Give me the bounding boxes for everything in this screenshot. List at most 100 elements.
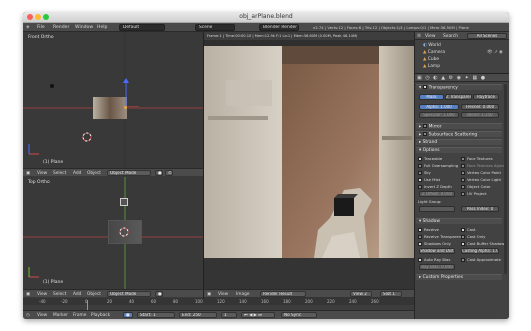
checkbox[interactable] bbox=[418, 228, 422, 232]
menu-select-bottom[interactable]: Select bbox=[53, 292, 66, 297]
checkbox[interactable] bbox=[418, 242, 422, 246]
menu-add-bottom[interactable]: Add bbox=[73, 292, 81, 297]
layout-selector[interactable]: Default bbox=[119, 24, 165, 31]
menu-marker[interactable]: Marker bbox=[53, 313, 68, 318]
lamp-icon[interactable] bbox=[47, 81, 57, 91]
blend-field[interactable]: Blend: 1.250 bbox=[461, 112, 499, 118]
option-vertex-color-paint[interactable]: Vertex Color Paint bbox=[461, 170, 501, 175]
blender-logo-icon[interactable]: ◈ bbox=[26, 25, 30, 30]
current-frame-field[interactable]: 1 bbox=[221, 312, 237, 318]
checkbox[interactable] bbox=[461, 185, 465, 189]
checkbox[interactable] bbox=[418, 157, 422, 161]
menu-image[interactable]: Image bbox=[236, 292, 249, 297]
panel-mirror[interactable]: ▸ Mirror bbox=[416, 123, 502, 130]
checkbox[interactable] bbox=[418, 235, 422, 239]
mode-selector[interactable]: Object Mode bbox=[107, 170, 151, 176]
shadow-cast-only[interactable]: Cast Only bbox=[461, 234, 485, 239]
checkbox[interactable] bbox=[418, 258, 422, 262]
outliner-item-camera[interactable]: ▲ Camera bbox=[423, 50, 445, 55]
3d-cursor-icon-top[interactable] bbox=[117, 225, 131, 239]
menu-timeline-view[interactable]: View bbox=[37, 313, 47, 318]
mode-mask-button[interactable]: Mask bbox=[419, 94, 444, 100]
outliner-item-world[interactable]: ◐ World bbox=[423, 43, 441, 48]
menu-help[interactable]: Help bbox=[97, 25, 107, 30]
menu-window[interactable]: Window bbox=[75, 25, 93, 30]
checkbox[interactable] bbox=[461, 178, 465, 182]
checkbox[interactable] bbox=[418, 185, 422, 189]
camera-icon[interactable] bbox=[120, 198, 128, 206]
checkbox[interactable] bbox=[461, 228, 465, 232]
menu-render[interactable]: Render bbox=[53, 25, 69, 30]
checkbox[interactable] bbox=[461, 171, 465, 175]
option-invert-z[interactable]: Invert Z Depth bbox=[418, 184, 452, 189]
panel-strand[interactable]: ▸ Strand bbox=[416, 139, 502, 145]
checkbox[interactable] bbox=[418, 178, 422, 182]
timeline-editor-icon[interactable]: ◷ bbox=[26, 313, 30, 318]
transform-gizmo[interactable] bbox=[111, 77, 141, 107]
panel-shadow[interactable]: ▾ Shadow bbox=[416, 218, 502, 224]
auto-ray-bias[interactable]: Auto Ray Bias bbox=[418, 257, 450, 262]
sync-selector[interactable]: No Sync bbox=[281, 312, 317, 318]
menu-frame[interactable]: Frame bbox=[73, 313, 86, 318]
editor-type-icon-bottom[interactable]: ▣ bbox=[26, 292, 30, 297]
property-context-icons[interactable]: ▣ ◷ ◐ ▲ ⚙ ◉ ✦ ▦ ● bbox=[417, 75, 486, 81]
timeline[interactable]: -40 -20 0 20 40 60 80 100 120 140 160 18… bbox=[23, 298, 414, 319]
option-use-mist[interactable]: Use Mist bbox=[418, 177, 440, 182]
checkbox[interactable] bbox=[461, 157, 465, 161]
outliner-item-cube[interactable]: ▲ Cube bbox=[423, 57, 439, 62]
render-engine-selector[interactable]: Blender Render bbox=[259, 24, 299, 31]
viewport-top-ortho[interactable]: Top Ortho (1) Plane bbox=[23, 177, 203, 289]
checkbox[interactable] bbox=[461, 242, 465, 246]
option-sky[interactable]: Sky bbox=[418, 170, 431, 175]
ray-bias-field[interactable]: Ray Bias: 0.000 bbox=[419, 264, 455, 270]
menu-add[interactable]: Add bbox=[73, 171, 81, 176]
shadow-cast-approx[interactable]: Cast Approximate bbox=[461, 257, 501, 262]
view-layer-selector[interactable]: View 2 bbox=[350, 291, 372, 297]
outliner-tab-view[interactable]: View bbox=[425, 34, 435, 39]
panel-options[interactable]: ▾ Options bbox=[416, 147, 502, 153]
panel-transparency[interactable]: ▾ Transparency bbox=[416, 84, 502, 91]
render-result-selector[interactable]: Render Result bbox=[260, 291, 306, 297]
outliner-tab-search[interactable]: Search bbox=[443, 34, 458, 39]
menu-playback[interactable]: Playback bbox=[91, 313, 110, 318]
shadow-cast[interactable]: Cast bbox=[461, 227, 475, 232]
transparency-checkbox[interactable] bbox=[422, 85, 427, 89]
mode-raytrace-button[interactable]: Raytrace bbox=[473, 94, 499, 100]
option-face-textures[interactable]: Face Textures bbox=[461, 156, 493, 161]
option-face-textures-alpha[interactable]: Face Textures Alpha bbox=[461, 163, 505, 168]
start-frame-field[interactable]: Start: 1 bbox=[137, 312, 175, 318]
specular-field[interactable]: Specular: 1.000 bbox=[419, 112, 459, 118]
casting-alpha-field[interactable]: Casting Alpha: 1.000 bbox=[461, 248, 499, 254]
mode-ztransparency-button[interactable]: Z Transparency bbox=[445, 94, 472, 100]
menu-select[interactable]: Select bbox=[53, 171, 66, 176]
shadow-mode-selector[interactable]: Shadow and Distance bbox=[419, 248, 455, 254]
shading-icon-bottom[interactable]: ● bbox=[155, 291, 163, 297]
checkbox[interactable] bbox=[461, 235, 465, 239]
record-icon[interactable]: ● bbox=[123, 312, 133, 318]
option-uv-project[interactable]: UV Project bbox=[461, 191, 487, 196]
menu-view-bottom[interactable]: View bbox=[37, 292, 47, 297]
outliner-item-lamp[interactable]: ▲ Lamp bbox=[423, 64, 440, 69]
scene-selector[interactable]: Scene bbox=[195, 24, 235, 31]
menu-image-view[interactable]: View bbox=[218, 292, 228, 297]
image-editor[interactable] bbox=[203, 40, 415, 298]
menu-view[interactable]: View bbox=[37, 171, 47, 176]
shading-icon[interactable]: ● bbox=[155, 170, 163, 176]
end-frame-field[interactable]: End: 250 bbox=[179, 312, 217, 318]
option-traceable[interactable]: Traceable bbox=[418, 156, 442, 161]
image-editor-type-icon[interactable]: ▣ bbox=[207, 292, 211, 297]
checkbox[interactable] bbox=[461, 258, 465, 262]
panel-sss[interactable]: ▸ Subsurface Scattering bbox=[416, 131, 502, 138]
checkbox[interactable] bbox=[418, 164, 422, 168]
slot-selector[interactable]: Slot 1 bbox=[380, 291, 402, 297]
current-frame-marker[interactable] bbox=[87, 300, 88, 310]
visibility-icons[interactable]: 👁 ➚ ◉ bbox=[487, 50, 503, 55]
option-full-oversampling[interactable]: Full Oversampling bbox=[418, 163, 458, 168]
3d-cursor-icon[interactable] bbox=[81, 131, 93, 143]
properties-scrollbar[interactable] bbox=[504, 84, 507, 274]
option-object-color[interactable]: Object Color bbox=[461, 184, 491, 189]
mode-selector-bottom[interactable]: Object Mode bbox=[107, 291, 151, 297]
option-vertex-color-light[interactable]: Vertex Color Light bbox=[461, 177, 501, 182]
menu-file[interactable]: File bbox=[37, 25, 45, 30]
shadow-cast-buffer[interactable]: Cast Buffer Shadows bbox=[461, 241, 506, 246]
